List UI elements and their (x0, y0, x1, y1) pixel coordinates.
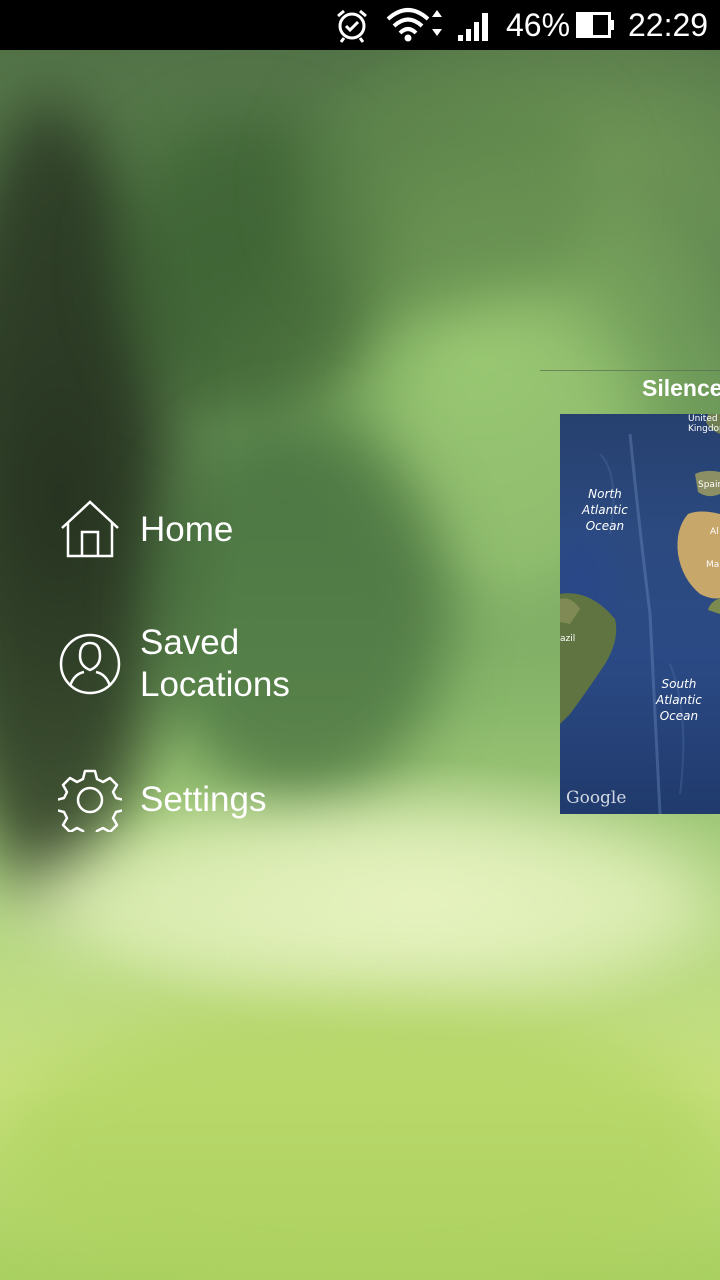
battery-percent: 46% (506, 7, 571, 43)
clock: 22:29 (628, 7, 709, 43)
signal-icon (456, 0, 492, 50)
wifi-icon (386, 0, 444, 50)
map-label-united-kingdom: United Kingdom (688, 414, 720, 434)
alarm-icon (334, 0, 370, 50)
map-view[interactable]: United Kingdom Spain Al Mal azil North A… (560, 414, 720, 814)
menu-label-home: Home (140, 510, 234, 549)
panel-divider (540, 370, 720, 371)
menu-item-home[interactable]: Home (58, 498, 340, 562)
menu-label-saved-locations: Saved Locations (140, 623, 290, 704)
map-label-brazil: azil (560, 634, 576, 644)
map-land (560, 414, 720, 814)
panel-title: Silence (642, 375, 720, 401)
home-icon (58, 498, 122, 562)
map-label-south-atlantic: South Atlantic Ocean (656, 677, 702, 723)
person-icon (58, 632, 122, 696)
map-label-north-atlantic: North Atlantic Ocean (582, 487, 628, 533)
map-label-algeria: Al (710, 527, 719, 537)
menu-label-settings: Settings (140, 780, 267, 819)
map-label-spain: Spain (698, 480, 720, 490)
menu-item-settings[interactable]: Settings (58, 768, 340, 832)
battery-icon (576, 0, 616, 50)
map-label-mali: Mal (706, 560, 720, 570)
gear-icon (58, 768, 122, 832)
menu-item-saved-locations[interactable]: Saved Locations (58, 622, 340, 706)
status-bar: 46% 22:29 (0, 0, 720, 50)
google-attribution: Google (566, 788, 627, 808)
